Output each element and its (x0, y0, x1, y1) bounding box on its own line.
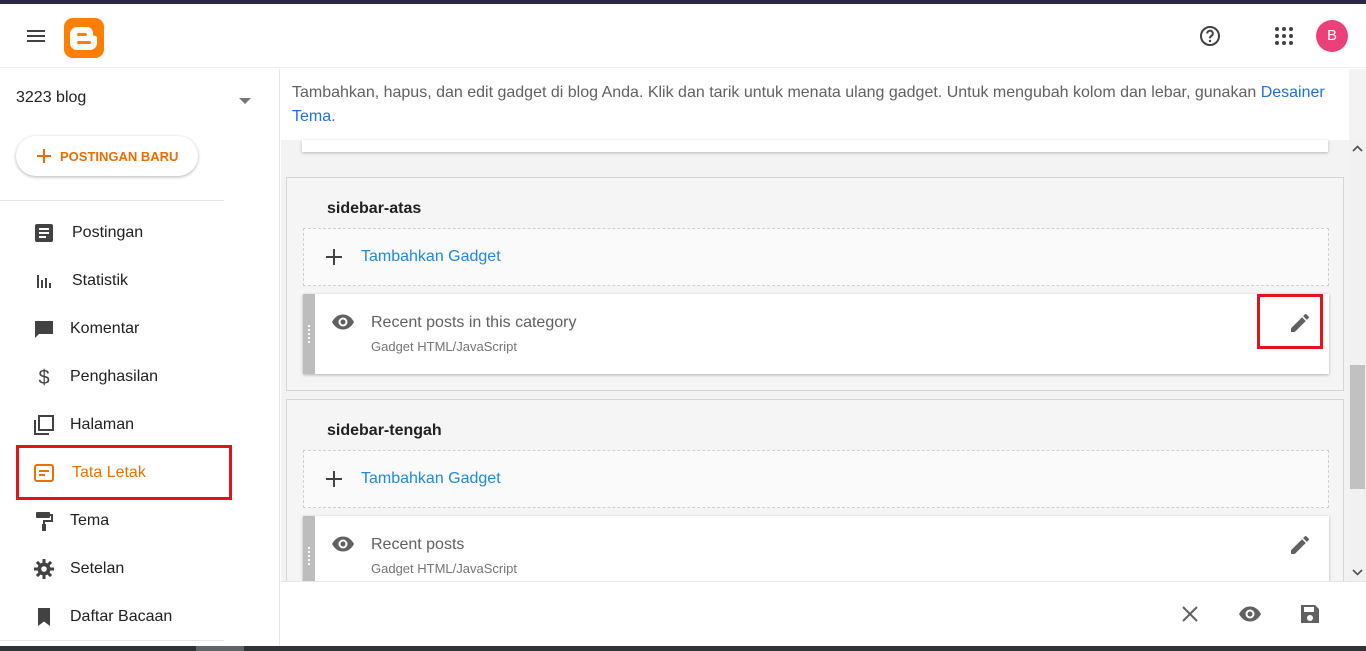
sidebar-item-label: Setelan (70, 560, 125, 577)
previous-gadget (302, 140, 1328, 152)
sidebar-item-komentar[interactable]: Komentar (0, 309, 240, 349)
scrollbar-thumb[interactable] (1350, 365, 1365, 489)
apps-grid-icon[interactable] (1272, 24, 1296, 48)
close-icon[interactable] (1178, 602, 1202, 626)
plus-icon (37, 149, 51, 163)
sidebar-item-label: Postingan (72, 224, 144, 241)
sidebar-item-postingan[interactable]: Postingan (0, 213, 240, 253)
app-header: B (0, 4, 1366, 68)
svg-text:$: $ (38, 367, 49, 389)
sidebar-item-label: Statistik (72, 272, 129, 289)
window-bottom-border (0, 646, 1366, 651)
sidebar-item-label: Daftar Bacaan (70, 608, 173, 625)
drag-handle[interactable] (303, 516, 315, 581)
plus-icon (326, 249, 342, 265)
action-bar (281, 581, 1366, 646)
eye-icon[interactable] (331, 310, 355, 334)
layout-editor: Tambahkan, hapus, dan edit gadget di blo… (281, 69, 1366, 581)
section-title: sidebar-atas (327, 200, 422, 217)
divider (0, 640, 224, 641)
new-post-label: POSTINGAN BARU (60, 148, 179, 164)
gadget-title: Recent posts (371, 536, 465, 553)
drag-dots-icon (307, 546, 311, 566)
menu-icon[interactable] (24, 24, 48, 48)
sidebar-item-halaman[interactable]: Halaman (0, 405, 240, 445)
avatar[interactable]: B (1316, 20, 1348, 52)
sidebar-item-tema[interactable]: Tema (0, 501, 240, 541)
add-gadget-button[interactable]: Tambahkan Gadget (303, 450, 1329, 508)
gadget-card[interactable]: Recent posts in this category Gadget HTM… (303, 294, 1329, 374)
sidebar: 3223 blog POSTINGAN BARU Postingan Stati… (0, 69, 280, 646)
gadget-title: Recent posts in this category (371, 314, 577, 331)
drag-dots-icon (307, 324, 311, 344)
paint-roller-icon (36, 512, 53, 531)
dropdown-caret-icon (239, 98, 251, 104)
sidebar-item-daftar-bacaan[interactable]: Daftar Bacaan (0, 597, 240, 637)
new-post-button[interactable]: POSTINGAN BARU (16, 136, 198, 176)
add-gadget-label: Tambahkan Gadget (361, 470, 501, 487)
pencil-edit-icon[interactable] (1288, 533, 1312, 557)
gear-icon (34, 559, 54, 579)
intro-description: Tambahkan, hapus, dan edit gadget di blo… (292, 84, 1261, 101)
eye-icon[interactable] (1238, 602, 1262, 626)
scroll-up-icon[interactable] (1349, 140, 1366, 157)
sidebar-item-setelan[interactable]: Setelan (0, 549, 240, 589)
sidebar-item-label: Tema (70, 512, 110, 529)
add-gadget-label: Tambahkan Gadget (361, 248, 501, 265)
scrollbar-track[interactable] (1349, 140, 1366, 581)
section-sidebar-tengah: sidebar-tengah Tambahkan Gadget Recent p… (286, 399, 1344, 581)
intro-text: Tambahkan, hapus, dan edit gadget di blo… (281, 69, 1349, 140)
highlight-box-edit (1257, 294, 1323, 349)
eye-icon[interactable] (331, 532, 355, 556)
posts-icon (35, 224, 53, 242)
pages-icon (34, 415, 54, 435)
sidebar-item-label: Komentar (70, 320, 140, 337)
section-sidebar-atas: sidebar-atas Tambahkan Gadget Recent pos… (286, 177, 1344, 391)
highlight-box-tata-letak (16, 445, 232, 500)
bookmark-icon (38, 608, 50, 626)
gadget-type: Gadget HTML/JavaScript (371, 561, 517, 576)
comment-icon (35, 321, 53, 338)
save-icon[interactable] (1298, 602, 1322, 626)
intro-end: . (331, 108, 336, 125)
taskbar-indicator (196, 646, 244, 651)
section-title: sidebar-tengah (327, 422, 442, 439)
add-gadget-button[interactable]: Tambahkan Gadget (303, 228, 1329, 286)
divider (0, 200, 224, 201)
sidebar-item-penghasilan[interactable]: $ Penghasilan (0, 357, 240, 397)
scroll-down-icon[interactable] (1349, 564, 1366, 581)
stats-icon (37, 275, 51, 288)
drag-handle[interactable] (303, 294, 315, 374)
blog-selector[interactable]: 3223 blog (16, 89, 256, 111)
dollar-icon: $ (38, 367, 49, 389)
sidebar-item-label: Halaman (70, 416, 135, 433)
sidebar-item-label: Penghasilan (70, 368, 159, 385)
blog-name: 3223 blog (16, 89, 87, 106)
help-circle-icon[interactable] (1198, 24, 1222, 48)
plus-icon (326, 471, 342, 487)
blogger-logo-icon[interactable] (64, 18, 104, 58)
gadget-card[interactable]: Recent posts Gadget HTML/JavaScript (303, 516, 1329, 581)
sidebar-item-statistik[interactable]: Statistik (0, 261, 240, 301)
gadget-type: Gadget HTML/JavaScript (371, 339, 517, 354)
